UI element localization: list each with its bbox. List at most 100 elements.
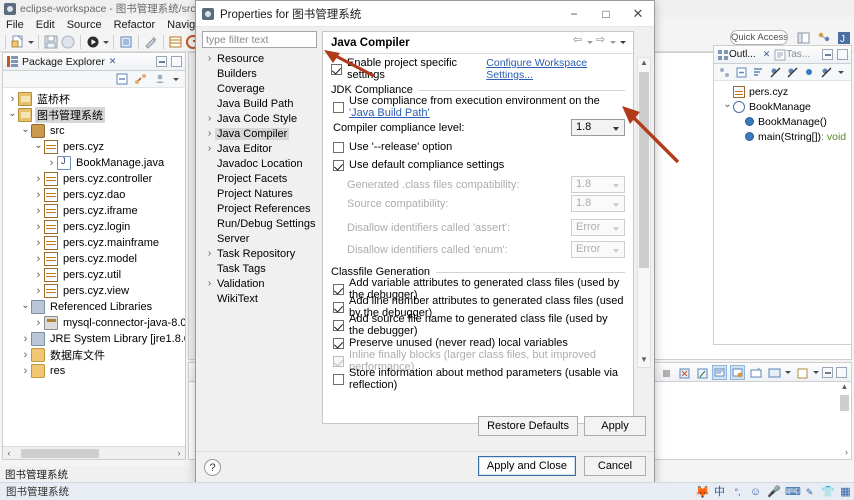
new-console-caret[interactable] (812, 364, 819, 380)
chevron-right-icon[interactable]: › (204, 143, 215, 154)
save-all-icon[interactable] (60, 34, 76, 50)
tree-item[interactable]: Referenced Libraries (5, 299, 185, 315)
chevron-right-icon[interactable] (33, 253, 44, 265)
tree-item[interactable]: pers.cyz.iframe (5, 203, 185, 219)
tree-item[interactable]: pers.cyz.view (5, 283, 185, 299)
chevron-right-icon[interactable] (33, 221, 44, 233)
apply-button[interactable]: Apply (584, 416, 646, 436)
outline-tree[interactable]: pers.cyzBookManageBookManage()main(Strin… (714, 81, 851, 144)
tree-item[interactable]: 图书管理系统 (5, 107, 185, 123)
maximize-console-icon[interactable] (836, 366, 847, 378)
remove-all-icon[interactable] (694, 365, 709, 380)
package-explorer-hscrollbar[interactable]: ‹ › (3, 446, 185, 459)
menu-refactor[interactable]: Refactor (108, 19, 162, 31)
run-icon[interactable] (85, 34, 101, 50)
chevron-down-icon[interactable] (20, 302, 31, 313)
collapse-all-icon[interactable] (115, 72, 129, 86)
restore-defaults-button[interactable]: Restore Defaults (478, 416, 578, 436)
nav-item-java-compiler[interactable]: › Java Compiler (202, 126, 317, 141)
use-default-compliance-row[interactable]: Use default compliance settings (333, 157, 625, 173)
ime-chinese-icon[interactable]: 中 (713, 486, 726, 499)
sogou-ime-icon[interactable]: 🦊 (695, 486, 710, 499)
nav-item-project-facets[interactable]: Project Facets (202, 171, 317, 186)
view-menu-filter-icon[interactable] (153, 72, 167, 86)
menu-edit[interactable]: Edit (30, 19, 61, 31)
scroll-lock-icon[interactable] (712, 364, 727, 380)
tree-item[interactable]: res (5, 363, 185, 379)
outline-item[interactable]: main(String[]) : void (718, 129, 851, 144)
tree-item[interactable]: pers.cyz (5, 139, 185, 155)
open-perspective-icon[interactable] (796, 30, 812, 46)
pin-console-icon[interactable] (730, 364, 745, 380)
tree-item[interactable]: pers.cyz.dao (5, 187, 185, 203)
settings-nav-tree[interactable]: › Resource Builders Coverage Java Build Path… (202, 51, 317, 424)
hide-nonpublic-icon[interactable] (803, 66, 816, 79)
tasks-tab-label[interactable]: Tas... (786, 49, 810, 60)
console-vscroll-thumb[interactable] (840, 395, 849, 411)
chevron-right-icon[interactable]: › (204, 128, 215, 139)
minimize-view-icon[interactable] (156, 56, 167, 67)
display-selected-console-icon[interactable] (748, 365, 763, 380)
outline-item[interactable]: BookManage (718, 99, 851, 114)
nav-item-wikitext[interactable]: WikiText (202, 291, 317, 306)
compiler-compliance-level-combo[interactable]: 1.8 (571, 119, 625, 136)
dialog-vscrollbar[interactable]: ▲ ▼ (637, 57, 651, 368)
menu-source[interactable]: Source (61, 19, 108, 31)
pane-menu-caret[interactable] (619, 36, 627, 47)
close-icon[interactable]: ✕ (109, 56, 117, 67)
filter-input[interactable]: type filter text (202, 31, 317, 48)
nav-item-coverage[interactable]: Coverage (202, 81, 317, 96)
chevron-down-icon[interactable] (722, 101, 733, 112)
maximize-view-icon[interactable] (837, 49, 848, 60)
hide-local-types-icon[interactable] (820, 66, 833, 79)
enable-project-specific-row[interactable]: Enable project specific settings Configu… (331, 57, 625, 81)
ime-toolbox-icon[interactable]: ▦ (839, 486, 852, 499)
use-release-option-checkbox[interactable] (333, 141, 344, 153)
open-console-icon[interactable] (766, 365, 781, 380)
nav-item-task-repository[interactable]: › Task Repository (202, 246, 317, 261)
new-icon[interactable] (10, 34, 26, 50)
nav-item-resource[interactable]: › Resource (202, 51, 317, 66)
sort-icon[interactable] (752, 66, 765, 79)
ime-punctuation-icon[interactable]: °, (731, 486, 744, 499)
tree-item[interactable]: mysql-connector-java-8.0.13.jar - ( (5, 315, 185, 331)
java-build-path-link[interactable]: 'Java Build Path' (349, 107, 430, 119)
chevron-right-icon[interactable] (33, 269, 44, 281)
cancel-button[interactable]: Cancel (584, 456, 646, 476)
dialog-vscroll-thumb[interactable] (639, 72, 649, 268)
tree-item[interactable]: pers.cyz.login (5, 219, 185, 235)
perspective-java-icon[interactable]: J (836, 30, 852, 46)
close-icon[interactable]: ✕ (763, 49, 771, 60)
scroll-left-icon[interactable]: ‹ (3, 448, 15, 458)
tree-item[interactable]: pers.cyz.model (5, 251, 185, 267)
view-menu-caret[interactable] (172, 71, 179, 87)
chevron-right-icon[interactable]: › (204, 113, 215, 124)
tree-item[interactable]: 蓝桥杯 (5, 91, 185, 107)
forward-icon[interactable] (596, 33, 607, 47)
nav-item-run-debug-settings[interactable]: Run/Debug Settings (202, 216, 317, 231)
nav-item-java-build-path[interactable]: Java Build Path (202, 96, 317, 111)
use-release-option-row[interactable]: Use '--release' option (333, 139, 625, 155)
chevron-right-icon[interactable] (33, 205, 44, 217)
classfile-option-row[interactable]: Store information about method parameter… (333, 367, 625, 391)
outline-tab-label[interactable]: Outl... (729, 49, 756, 60)
perspective-java-ee-icon[interactable] (816, 30, 832, 46)
run-dropdown-caret[interactable] (102, 34, 109, 50)
nav-item-validation[interactable]: › Validation (202, 276, 317, 291)
outline-menu-caret[interactable] (837, 64, 844, 80)
forward-dropdown-caret[interactable] (609, 36, 617, 47)
back-icon[interactable] (573, 33, 584, 47)
package-explorer-tab-label[interactable]: Package Explorer (22, 56, 105, 68)
tree-item[interactable]: pers.cyz.mainframe (5, 235, 185, 251)
chevron-right-icon[interactable] (33, 285, 44, 297)
link-with-editor-icon[interactable] (134, 72, 148, 86)
minimize-console-icon[interactable] (822, 366, 833, 378)
tree-item[interactable]: 数据库文件 (5, 347, 185, 363)
nav-item-builders[interactable]: Builders (202, 66, 317, 81)
hscroll-thumb[interactable] (21, 448, 99, 458)
ime-keyboard-icon[interactable]: ⌨ (785, 486, 801, 499)
minimize-view-icon[interactable] (822, 49, 833, 60)
close-button[interactable]: ✕ (622, 1, 654, 27)
debug-icon[interactable] (118, 34, 134, 50)
collapse-all-icon[interactable] (735, 66, 748, 79)
